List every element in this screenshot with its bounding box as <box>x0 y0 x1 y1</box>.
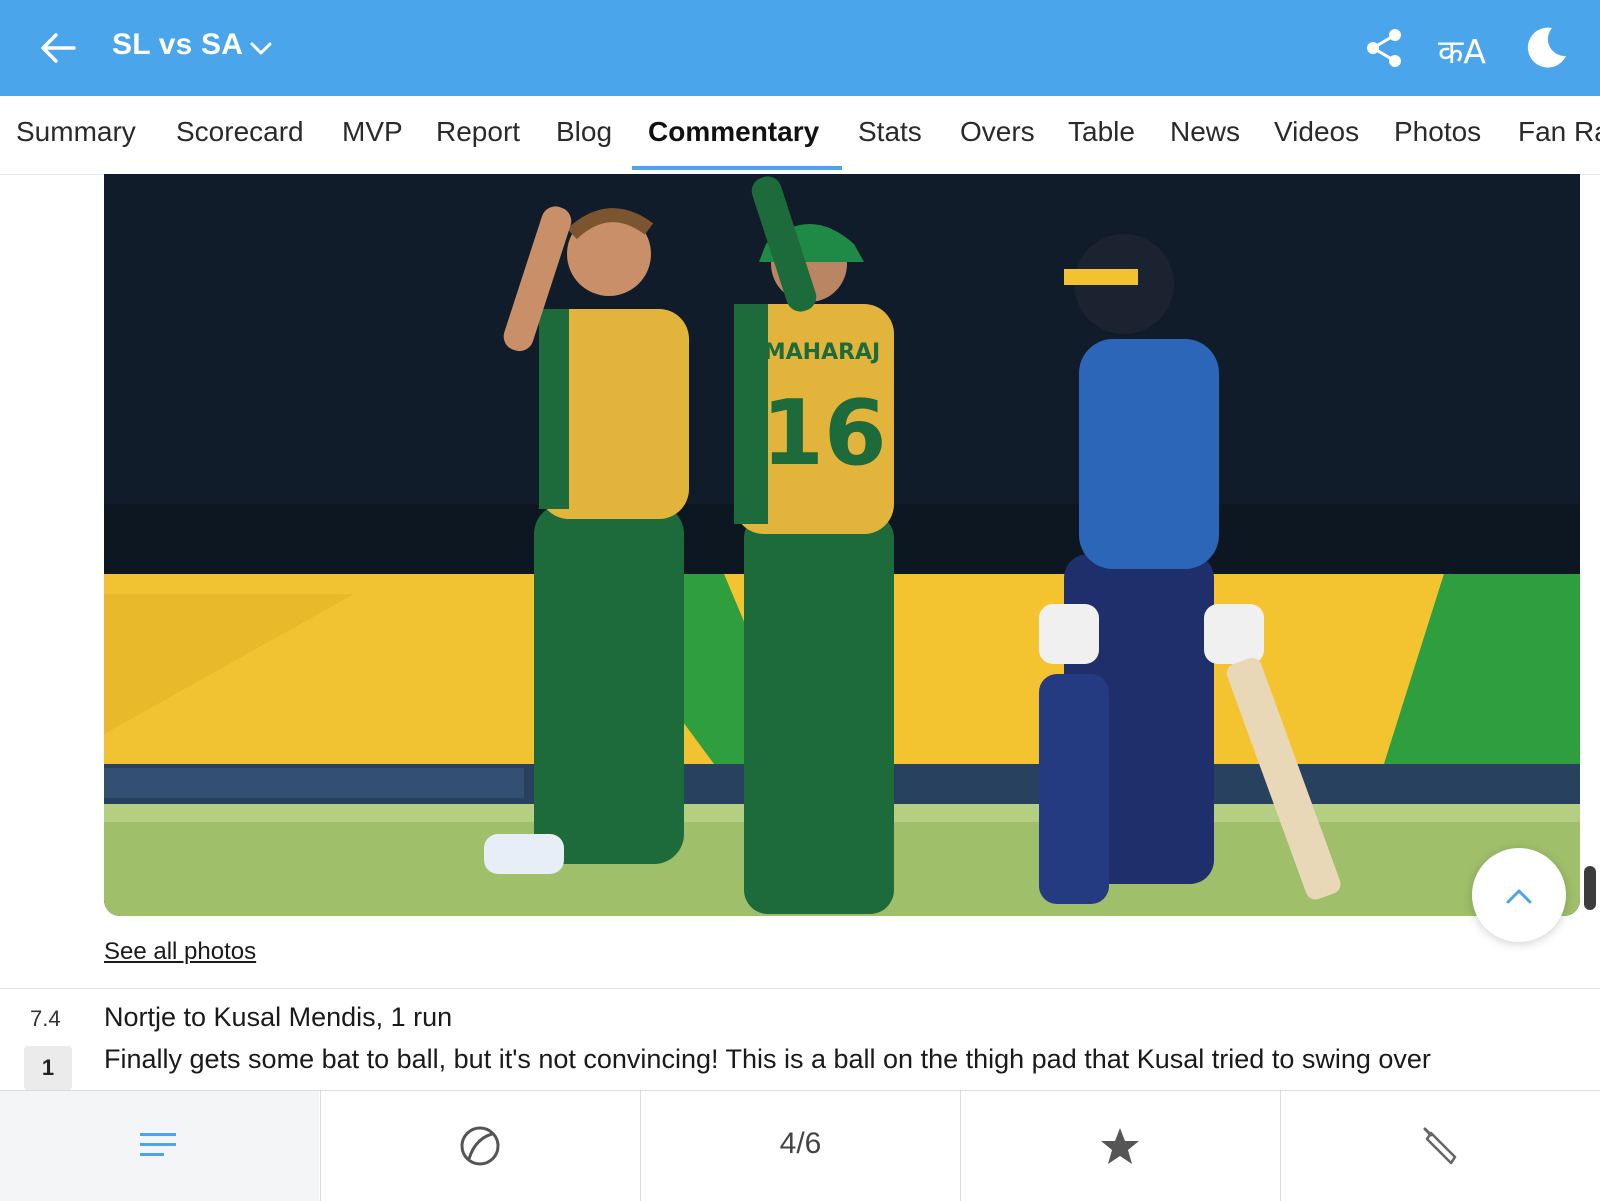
bottom-nav-boundaries[interactable]: 4/6 <box>640 1091 960 1201</box>
tab-overs[interactable]: Overs <box>960 116 1035 148</box>
cricket-ball-icon <box>460 1126 500 1166</box>
dark-mode-moon-icon[interactable] <box>1522 24 1570 72</box>
bottom-nav-commentary[interactable] <box>0 1091 319 1201</box>
app-header: SL vs SA कA <box>0 0 1600 96</box>
bottom-nav-ball[interactable] <box>320 1091 640 1201</box>
tab-videos[interactable]: Videos <box>1274 116 1359 148</box>
match-tabs: Summary Scorecard MVP Report Blog Commen… <box>0 96 1600 175</box>
tab-scorecard[interactable]: Scorecard <box>176 116 304 148</box>
section-divider <box>0 988 1600 989</box>
boundaries-label: 4/6 <box>779 1127 822 1160</box>
tab-table[interactable]: Table <box>1068 116 1135 148</box>
tab-photos[interactable]: Photos <box>1394 116 1481 148</box>
see-all-photos-link[interactable]: See all photos <box>104 938 256 966</box>
bottom-nav: 4/6 <box>0 1090 1600 1201</box>
tab-summary[interactable]: Summary <box>16 116 136 148</box>
tab-report[interactable]: Report <box>436 116 520 148</box>
bottom-nav-highlights[interactable] <box>960 1091 1280 1201</box>
tab-mvp[interactable]: MVP <box>342 116 403 148</box>
cricket-bat-icon <box>1423 1127 1457 1165</box>
share-icon[interactable] <box>1362 26 1406 70</box>
bottom-nav-batting[interactable] <box>1280 1091 1600 1201</box>
chevron-up-icon <box>1506 889 1532 904</box>
tab-stats[interactable]: Stats <box>858 116 922 148</box>
back-arrow-icon[interactable] <box>34 24 82 72</box>
star-icon <box>1101 1128 1139 1164</box>
active-tab-indicator <box>632 166 842 170</box>
over-number: 7.4 <box>30 1006 61 1031</box>
chevron-down-icon[interactable] <box>248 36 274 62</box>
tab-commentary[interactable]: Commentary <box>648 116 819 148</box>
commentary-headline: Nortje to Kusal Mendis, 1 run <box>104 1002 453 1032</box>
commentary-text: Finally gets some bat to ball, but it's … <box>104 1044 1431 1074</box>
match-photo[interactable]: MAHARAJ 16 <box>104 174 1580 916</box>
tab-fan-ratings[interactable]: Fan Ra <box>1518 116 1600 148</box>
scroll-to-top-button[interactable] <box>1472 848 1566 942</box>
jersey-name: MAHARAJ <box>764 340 881 365</box>
tab-news[interactable]: News <box>1170 116 1240 148</box>
commentary-list-icon <box>140 1133 176 1156</box>
scrollbar[interactable] <box>1584 866 1596 910</box>
match-title[interactable]: SL vs SA <box>112 28 243 62</box>
runs-badge: 1 <box>24 1046 72 1090</box>
language-icon[interactable]: कA <box>1438 28 1486 73</box>
jersey-number: 16 <box>761 381 886 486</box>
tab-blog[interactable]: Blog <box>556 116 612 148</box>
